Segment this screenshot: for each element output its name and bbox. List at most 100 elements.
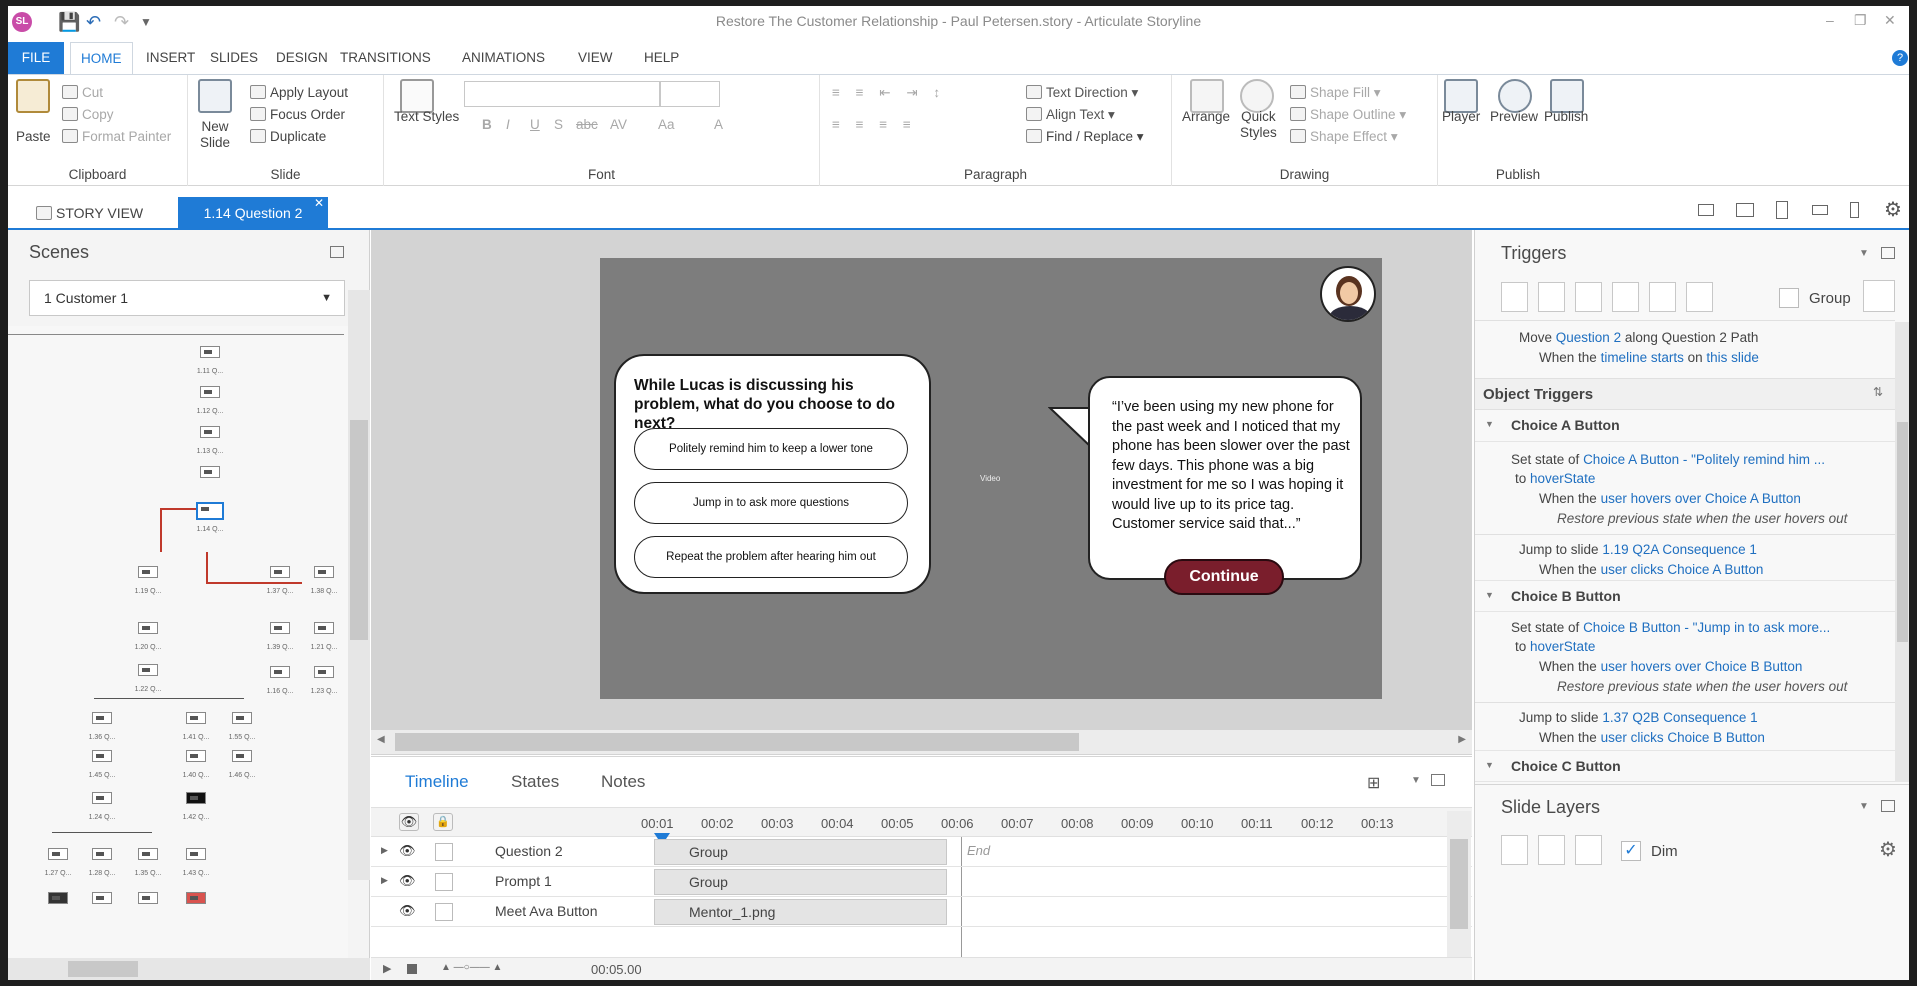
shadow-button[interactable]: S [554,117,563,132]
scroll-right-icon[interactable]: ▶ [1458,734,1466,745]
trigger-link[interactable]: hoverState [1530,639,1595,654]
trigger-action[interactable]: Jump to slide 1.19 Q2A Consequence 1 [1519,542,1757,557]
trigger-link[interactable]: user clicks [1601,562,1664,577]
trigger-link[interactable]: Choice B Button [1667,730,1765,745]
map-node[interactable] [200,426,220,438]
new-slide-icon[interactable] [198,79,232,113]
collapse-all-icon[interactable]: ⇅ [1873,385,1883,399]
edit-trigger-icon[interactable] [1538,282,1565,312]
map-node[interactable] [232,712,252,724]
timeline-object-bar[interactable]: Group [654,869,947,895]
character-spacing-button[interactable]: AV [610,117,627,132]
tab-design[interactable]: DESIGN [266,42,338,74]
timeline-object-bar[interactable]: Mentor_1.png [654,899,947,925]
chevron-down-icon[interactable]: ▼ [1859,801,1869,812]
map-vertical-scrollbar[interactable] [348,290,370,880]
trigger-link[interactable]: Choice A Button [1705,491,1801,506]
show-all-eye-icon[interactable]: 👁 [399,813,419,831]
trigger-condition[interactable]: When the user hovers over Choice B Butto… [1539,659,1802,674]
stage-horizontal-scrollbar[interactable]: ◀ ▶ [371,730,1472,754]
slide-tab-active[interactable]: 1.14 Question 2 ✕ [178,196,328,230]
strikethrough-button[interactable]: abc [576,117,598,132]
tab-home[interactable]: HOME [70,42,133,75]
font-family-select[interactable] [464,81,660,107]
trigger-link[interactable]: user hovers over [1601,659,1702,674]
stop-icon[interactable] [407,964,417,974]
close-tab-icon[interactable]: ✕ [314,187,324,220]
paste-icon[interactable] [16,79,50,113]
map-node[interactable] [138,622,158,634]
scene-select[interactable]: 1 Customer 1 ▼ [29,280,345,316]
continue-button[interactable]: Continue [1164,559,1284,595]
map-scroll-thumb[interactable] [350,420,368,640]
timeline-row[interactable]: 👁 Meet Ava Button Mentor_1.png [371,897,1472,927]
map-node[interactable] [186,712,206,724]
minimize-icon[interactable]: – [1826,12,1834,28]
map-node-selected[interactable] [196,502,224,520]
map-node[interactable] [270,666,290,678]
preview-icon[interactable] [1498,79,1532,113]
map-node[interactable] [138,664,158,676]
object-triggers-header[interactable]: Object Triggers ⇅ [1475,378,1895,410]
arrange-button[interactable]: Arrange [1182,109,1230,124]
trigger-link[interactable]: - "Jump in to ask more... [1681,620,1830,635]
map-node[interactable] [92,712,112,724]
new-layer-icon[interactable] [1501,835,1528,865]
tab-transitions[interactable]: TRANSITIONS [330,42,441,74]
shape-fill-button[interactable]: Shape Fill ▾ [1290,85,1381,101]
choice-b-button[interactable]: Jump in to ask more questions [634,482,908,524]
help-icon[interactable]: ? [1892,50,1908,66]
cut-button[interactable]: Cut [62,85,103,100]
close-window-icon[interactable]: ✕ [1884,12,1896,29]
tab-view[interactable]: VIEW [568,42,623,74]
text-direction-button[interactable]: Text Direction ▾ [1026,85,1138,101]
stage-scroll-thumb[interactable] [395,733,1079,751]
variables-icon[interactable] [1863,280,1895,312]
quick-styles-icon[interactable] [1240,79,1274,113]
shape-outline-button[interactable]: Shape Outline ▾ [1290,107,1406,123]
scenes-panel-float-icon[interactable] [330,246,344,258]
trigger-link[interactable]: Choice B Button [1705,659,1803,674]
shape-effect-button[interactable]: Shape Effect ▾ [1290,129,1398,145]
trigger-action[interactable]: Jump to slide 1.37 Q2B Consequence 1 [1519,710,1758,725]
map-node[interactable] [186,848,206,860]
apply-layout-button[interactable]: Apply Layout [250,85,348,100]
lock-checkbox[interactable] [435,843,453,861]
zoom-slider-icon[interactable]: ▲ —○—— ▲ [441,962,502,973]
chevron-down-icon[interactable]: ▼ [1485,419,1494,429]
map-node[interactable] [138,892,158,904]
alignment-buttons[interactable]: ≡ ≡ ≡ ≡ [832,117,917,132]
format-painter-button[interactable]: Format Painter [62,129,171,144]
timeline-options-icon[interactable]: ⊞ [1367,773,1380,793]
visibility-eye-icon[interactable]: 👁 [399,903,416,919]
chevron-down-icon[interactable]: ▼ [1859,248,1869,259]
phone-landscape-icon[interactable] [1812,205,1828,215]
align-text-button[interactable]: Align Text ▾ [1026,107,1115,123]
arrange-icon[interactable] [1190,79,1224,113]
chevron-down-icon[interactable]: ▼ [1485,760,1494,770]
map-hscroll-thumb[interactable] [68,961,138,977]
desktop-view-icon[interactable] [1698,204,1714,216]
publish-icon[interactable] [1550,79,1584,113]
visibility-eye-icon[interactable]: 👁 [399,873,416,889]
layer-settings-gear-icon[interactable]: ⚙ [1879,837,1897,862]
underline-button[interactable]: U [530,117,540,132]
expand-row-icon[interactable]: ▶ [381,845,388,856]
map-node[interactable] [48,848,68,860]
triggers-scrollbar[interactable] [1895,322,1909,782]
map-node[interactable] [200,346,220,358]
map-node[interactable] [92,750,112,762]
text-styles-button[interactable]: Text Styles [394,109,459,124]
story-view-tab[interactable]: STORY VIEW [36,197,143,230]
trigger-link[interactable]: Choice A Button [1667,562,1763,577]
trigger-link[interactable]: Choice B Button [1583,620,1681,635]
phone-portrait-icon[interactable] [1850,202,1859,218]
slide-canvas[interactable]: While Lucas is discussing his problem, w… [600,258,1382,699]
object-group-choice-c[interactable]: ▼ Choice C Button [1475,750,1895,782]
map-node[interactable] [186,750,206,762]
preview-button[interactable]: Preview [1490,109,1538,124]
object-group-choice-a[interactable]: ▼ Choice A Button [1475,410,1895,442]
paste-button[interactable]: Paste [16,129,51,144]
trigger-link[interactable]: 1.37 Q2B Consequence 1 [1602,710,1757,725]
trigger-link[interactable]: Question 2 [1556,330,1621,345]
